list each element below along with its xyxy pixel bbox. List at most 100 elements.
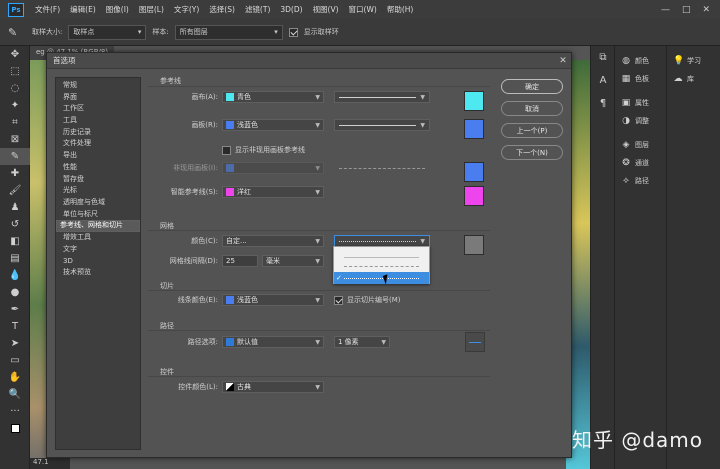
category-guides-grid-slices[interactable]: 参考线、网格和切片 (56, 220, 140, 233)
maximize-icon[interactable]: □ (682, 5, 691, 15)
history-icon[interactable]: ⧉ (591, 46, 615, 69)
grid-color-select[interactable]: 自定... ▼ (222, 235, 324, 247)
category-plugins[interactable]: 增效工具 (56, 232, 140, 244)
lasso-tool-icon[interactable]: ◌ (0, 80, 30, 97)
menu-view[interactable]: 视图(V) (308, 4, 344, 15)
blur-tool-icon[interactable]: 💧 (0, 267, 30, 284)
path-color-select[interactable]: 默认值 ▼ (222, 336, 324, 348)
menu-filter[interactable]: 滤镜(T) (240, 4, 275, 15)
category-history[interactable]: 历史记录 (56, 127, 140, 139)
panel-layers[interactable]: ◈ 图层 (615, 136, 666, 154)
category-transparency[interactable]: 透明度与色域 (56, 197, 140, 209)
color-swatches-icon[interactable] (0, 420, 30, 437)
panel-dock-1: ◍ 颜色 ▦ 色板 ▣ 属性 ◑ 调整 ◈ 图层 ❂ 通道 ⟡ 路径 (614, 46, 666, 469)
healing-brush-tool-icon[interactable]: ✚ (0, 165, 30, 182)
category-type[interactable]: 文字 (56, 244, 140, 256)
panel-channels[interactable]: ❂ 通道 (615, 154, 666, 172)
next-button[interactable]: 下一个(N) (501, 145, 563, 160)
sample-select[interactable]: 所有图层 ▾ (174, 24, 283, 40)
prev-button[interactable]: 上一个(P) (501, 123, 563, 138)
menu-help[interactable]: 帮助(H) (382, 4, 419, 15)
category-3d[interactable]: 3D (56, 256, 140, 268)
category-export[interactable]: 导出 (56, 150, 140, 162)
category-scratch-disks[interactable]: 暂存盘 (56, 174, 140, 186)
clone-stamp-tool-icon[interactable]: ♟ (0, 199, 30, 216)
eyedropper-icon[interactable]: ✎ (8, 26, 26, 39)
category-workspace[interactable]: 工作区 (56, 103, 140, 115)
category-performance[interactable]: 性能 (56, 162, 140, 174)
artboard-guide-color-select[interactable]: 浅蓝色 ▼ (222, 119, 324, 131)
character-icon[interactable]: A (591, 69, 615, 92)
close-icon[interactable]: ✕ (555, 56, 571, 66)
marquee-tool-icon[interactable]: ⬚ (0, 63, 30, 80)
panel-libraries[interactable]: ☁ 库 (667, 70, 720, 88)
menu-layer[interactable]: 图层(L) (134, 4, 169, 15)
panel-color[interactable]: ◍ 颜色 (615, 52, 666, 70)
move-tool-icon[interactable]: ✥ (0, 46, 30, 63)
pen-tool-icon[interactable]: ✒ (0, 301, 30, 318)
menu-edit[interactable]: 编辑(E) (65, 4, 101, 15)
cancel-button[interactable]: 取消 (501, 101, 563, 116)
dodge-tool-icon[interactable]: ● (0, 284, 30, 301)
quick-select-tool-icon[interactable]: ✦ (0, 97, 30, 114)
menu-select[interactable]: 选择(S) (204, 4, 240, 15)
show-sampling-ring-checkbox[interactable] (288, 27, 298, 37)
solid-line-icon (344, 256, 419, 258)
grid-style-option-dots[interactable]: ✓ (334, 272, 429, 284)
category-interface[interactable]: 界面 (56, 92, 140, 104)
smart-guides-color-select[interactable]: 洋红 ▼ (222, 186, 324, 198)
canvas-guide-color-select[interactable]: 青色 ▼ (222, 91, 324, 103)
eraser-tool-icon[interactable]: ◧ (0, 233, 30, 250)
panel-swatches[interactable]: ▦ 色板 (615, 70, 666, 88)
canvas-guide-preview (464, 91, 484, 111)
show-inactive-artboard-checkbox[interactable] (222, 145, 231, 155)
menu-file[interactable]: 文件(F) (30, 4, 65, 15)
category-general[interactable]: 常规 (56, 80, 140, 92)
grid-style-option-dashed[interactable] (334, 260, 429, 272)
ok-button[interactable]: 确定 (501, 79, 563, 94)
crop-tool-icon[interactable]: ⌗ (0, 114, 30, 131)
menu-bar: Ps 文件(F) 编辑(E) 图像(I) 图层(L) 文字(Y) 选择(S) 滤… (0, 0, 720, 19)
guides-title-text: 参考线 (160, 77, 181, 85)
category-cursors[interactable]: 光标 (56, 185, 140, 197)
panel-learn[interactable]: 💡 学习 (667, 52, 720, 70)
properties-icon: ▣ (621, 98, 631, 108)
category-tools[interactable]: 工具 (56, 115, 140, 127)
eyedropper-tool-icon[interactable]: ✎ (0, 148, 30, 165)
grid-unit-select[interactable]: 毫米 ▼ (262, 255, 324, 267)
category-tech-previews[interactable]: 技术预览 (56, 267, 140, 279)
panel-properties[interactable]: ▣ 属性 (615, 94, 666, 112)
sample-size-select[interactable]: 取样点 ▾ (68, 24, 147, 40)
shape-tool-icon[interactable]: ▭ (0, 352, 30, 369)
hand-tool-icon[interactable]: ✋ (0, 369, 30, 386)
more-tools-icon[interactable]: ··· (0, 403, 30, 420)
chevron-down-icon: ▼ (315, 93, 320, 101)
canvas-guide-style-select[interactable]: ▼ (334, 91, 430, 103)
paragraph-icon[interactable]: ¶ (591, 92, 615, 115)
history-brush-tool-icon[interactable]: ↺ (0, 216, 30, 233)
panel-adjustments[interactable]: ◑ 调整 (615, 112, 666, 130)
category-file-handling[interactable]: 文件处理 (56, 138, 140, 150)
path-width-select[interactable]: 1 像素 ▼ (334, 336, 390, 348)
brush-tool-icon[interactable]: 🖌 (0, 182, 30, 199)
dialog-title-bar[interactable]: 首选项 ✕ (47, 53, 571, 69)
category-units-rulers[interactable]: 单位与标尺 (56, 209, 140, 221)
type-tool-icon[interactable]: T (0, 318, 30, 335)
minimize-icon[interactable]: — (661, 5, 670, 15)
slice-color-select[interactable]: 浅蓝色 ▼ (222, 294, 324, 306)
zoom-level[interactable]: 47.1 (30, 458, 70, 469)
menu-type[interactable]: 文字(Y) (169, 4, 204, 15)
control-color-select[interactable]: 古典 ▼ (222, 381, 324, 393)
frame-tool-icon[interactable]: ⊠ (0, 131, 30, 148)
gradient-tool-icon[interactable]: ▤ (0, 250, 30, 267)
show-slice-numbers-checkbox[interactable] (334, 295, 343, 305)
zoom-tool-icon[interactable]: 🔍 (0, 386, 30, 403)
close-icon[interactable]: ✕ (702, 5, 710, 15)
grid-spacing-input[interactable]: 25 (222, 255, 258, 267)
panel-paths[interactable]: ⟡ 路径 (615, 172, 666, 190)
artboard-guide-style-select[interactable]: ▼ (334, 119, 430, 131)
menu-image[interactable]: 图像(I) (101, 4, 134, 15)
menu-window[interactable]: 窗口(W) (344, 4, 382, 15)
menu-3d[interactable]: 3D(D) (275, 5, 307, 14)
path-selection-tool-icon[interactable]: ➤ (0, 335, 30, 352)
